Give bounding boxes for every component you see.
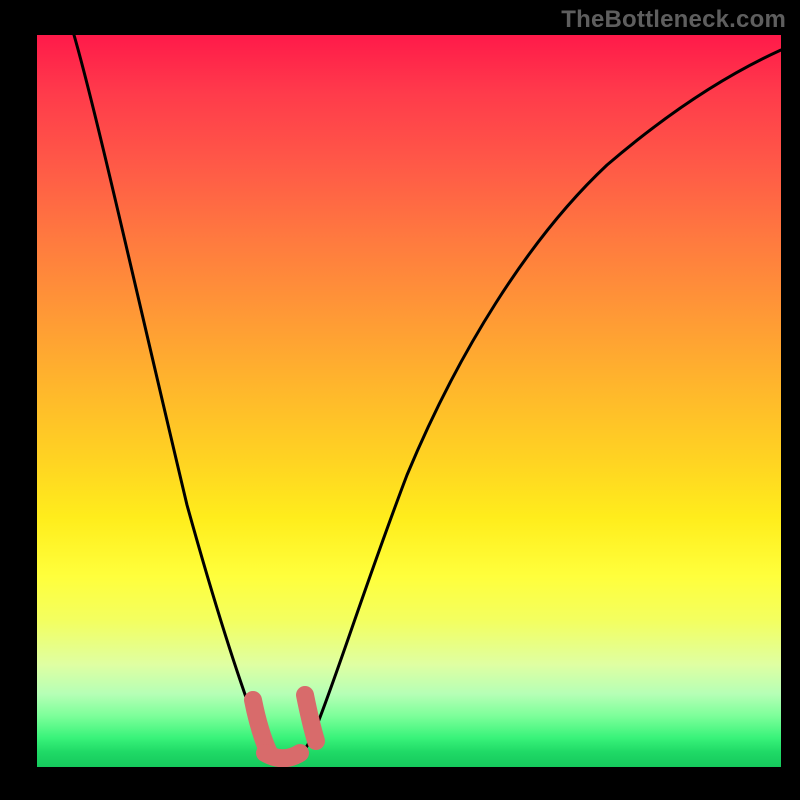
gradient-plot-area	[37, 35, 781, 767]
outer-frame: TheBottleneck.com	[0, 0, 800, 800]
bottleneck-curve	[74, 35, 781, 763]
marker-stroke-bottom	[265, 753, 300, 758]
marker-group	[251, 695, 316, 758]
chart-svg	[37, 35, 781, 767]
watermark-text: TheBottleneck.com	[561, 6, 786, 34]
marker-dot-left	[251, 695, 255, 699]
marker-stroke-right	[305, 695, 316, 741]
